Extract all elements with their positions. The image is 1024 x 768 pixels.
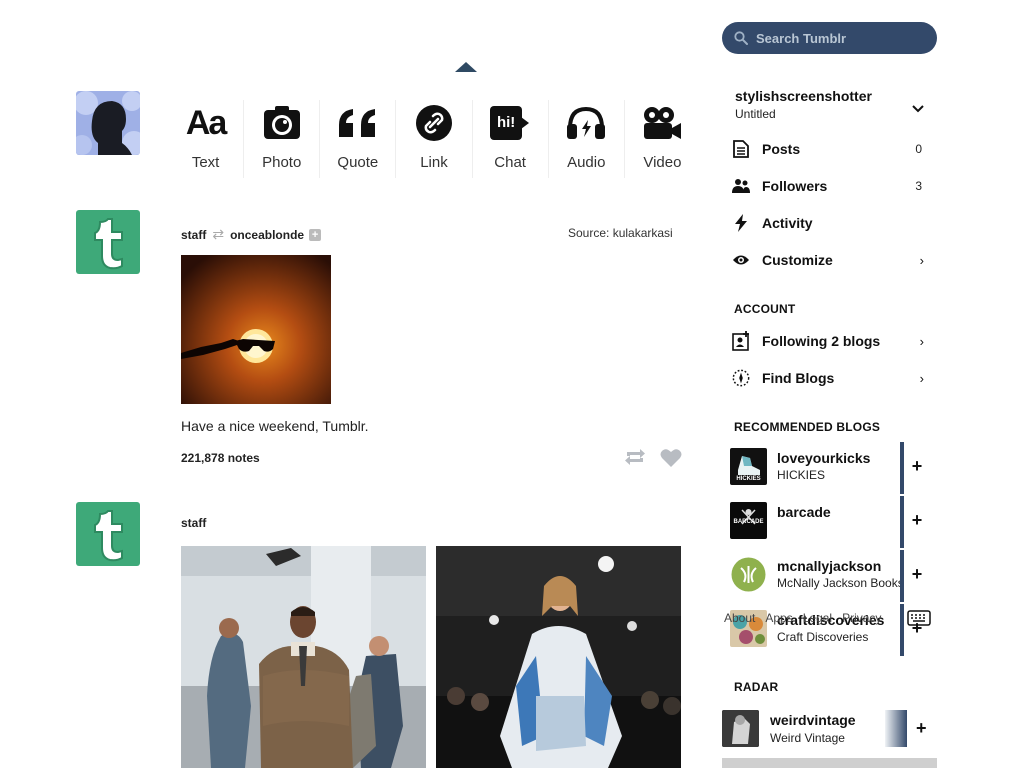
like-heart-icon[interactable] (660, 448, 682, 473)
posts-count: 0 (915, 142, 922, 156)
account-following[interactable]: Following 2 blogs › (732, 329, 932, 353)
user-avatar[interactable] (76, 91, 140, 155)
post-source: Source: kulakarkasi (568, 226, 673, 240)
tumblr-t-icon (94, 218, 123, 270)
follow-plus-button[interactable]: + (908, 510, 926, 531)
post-type-audio[interactable]: Audio (549, 100, 625, 178)
follow-plus-button[interactable]: + (908, 564, 926, 585)
footer-link-apps[interactable]: Apps (765, 611, 792, 625)
blog-thumbnail (722, 710, 759, 747)
bolt-icon (732, 214, 750, 232)
blog-thumbnail: BARCADE (730, 502, 767, 539)
search-bar[interactable] (722, 22, 937, 54)
post-photo-runway-left[interactable] (181, 546, 426, 768)
headphones-icon (556, 100, 616, 146)
menu-followers[interactable]: Followers 3 (732, 174, 932, 198)
link-icon (404, 100, 464, 146)
camera-icon (252, 100, 312, 146)
follow-plus-icon[interactable]: + (309, 228, 322, 241)
account-section-title: ACCOUNT (734, 302, 796, 316)
blog-title: Untitled (735, 107, 776, 121)
menu-posts[interactable]: Posts 0 (732, 137, 932, 161)
recommended-blog[interactable]: mcnallyjackson McNally Jackson Books + (730, 550, 934, 602)
people-icon (732, 177, 750, 195)
chevron-down-icon[interactable] (912, 100, 924, 118)
recommended-blog[interactable]: HICKIES loveyourkicks HICKIES + (730, 442, 934, 494)
radar-post-preview[interactable] (722, 758, 937, 768)
eye-icon (732, 251, 750, 269)
follow-plus-button[interactable]: + (908, 456, 926, 477)
radar-blog[interactable]: weirdvintage Weird Vintage + (722, 710, 937, 750)
footer-links: About Apps Legal Privacy (724, 611, 881, 625)
text-icon: Aa (185, 103, 227, 142)
compass-icon (732, 369, 750, 387)
account-find-blogs[interactable]: Find Blogs › (732, 366, 932, 390)
add-person-icon (732, 331, 750, 351)
chat-icon: hi! (480, 100, 540, 146)
post-source-link[interactable]: kulakarkasi (613, 226, 673, 240)
search-icon (734, 31, 748, 45)
reblog-small-icon: ⇄ (212, 226, 225, 242)
chevron-right-icon: › (919, 370, 924, 386)
footer-link-about[interactable]: About (724, 611, 755, 625)
post-notes-count[interactable]: 221,878 notes (181, 451, 260, 465)
post-type-quote[interactable]: Quote (320, 100, 397, 178)
recommended-section-title: RECOMMENDED BLOGS (734, 420, 881, 434)
reblog-icon[interactable] (624, 447, 646, 472)
post-author-avatar[interactable] (76, 210, 140, 274)
post-type-bar: Aa Text Photo Quote Link hi! Chat Audio … (168, 100, 700, 178)
post-author-link[interactable]: staff (181, 516, 206, 530)
post-photo-sunset[interactable] (181, 255, 331, 404)
follow-plus-button[interactable]: + (916, 718, 927, 739)
post-type-chat[interactable]: hi! Chat (473, 100, 549, 178)
blog-thumbnail (730, 556, 767, 593)
post-author-link[interactable]: staff (181, 228, 206, 242)
post-author-avatar[interactable] (76, 502, 140, 566)
post-type-photo[interactable]: Photo (244, 100, 321, 178)
post-type-link[interactable]: Link (396, 100, 473, 178)
footer-link-privacy[interactable]: Privacy (842, 611, 881, 625)
blog-name[interactable]: stylishscreenshotter (735, 88, 872, 104)
radar-section-title: RADAR (734, 680, 779, 694)
post-type-video[interactable]: Video (625, 100, 700, 178)
post-type-text[interactable]: Aa Text (168, 100, 245, 178)
post-photo-runway-right[interactable] (436, 546, 681, 768)
recommended-blog[interactable]: BARCADE barcade + (730, 496, 934, 548)
chevron-right-icon: › (919, 252, 924, 268)
post-header: staff ⇄ onceablonde + (181, 226, 322, 243)
video-camera-icon (632, 100, 692, 146)
tumblr-t-icon (94, 510, 123, 562)
reblogged-from-link[interactable]: onceablonde (230, 228, 304, 242)
post-caption: Have a nice weekend, Tumblr. (181, 418, 369, 434)
chevron-right-icon: › (919, 333, 924, 349)
menu-customize[interactable]: Customize › (732, 248, 932, 272)
menu-activity[interactable]: Activity (732, 211, 932, 235)
blog-thumbnail: HICKIES (730, 448, 767, 485)
footer-link-legal[interactable]: Legal (803, 611, 832, 625)
followers-count: 3 (915, 179, 922, 193)
keyboard-icon[interactable] (907, 610, 931, 631)
document-icon (732, 140, 750, 158)
quote-icon (328, 100, 388, 146)
search-input[interactable] (754, 29, 928, 47)
scroll-top-caret[interactable] (455, 62, 477, 72)
